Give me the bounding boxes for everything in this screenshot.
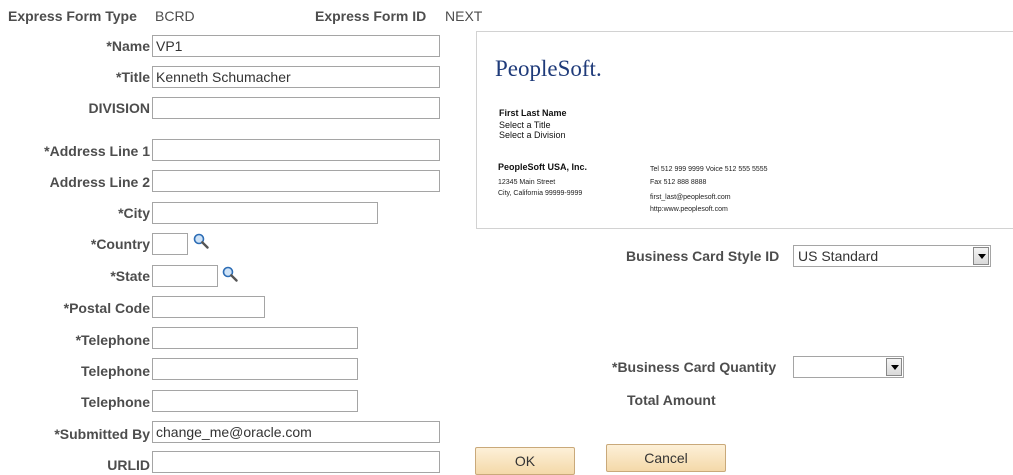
card-quantity-select[interactable] (793, 356, 904, 378)
name-label: *Name (106, 38, 150, 54)
state-lookup-icon[interactable] (222, 266, 238, 282)
title-field[interactable] (152, 66, 440, 88)
card-quantity-label: *Business Card Quantity (612, 359, 777, 375)
submitted-by-field[interactable] (152, 421, 440, 443)
country-label: *Country (90, 236, 150, 252)
telephone-2-label: Telephone (81, 363, 150, 379)
form-type-value: BCRD (155, 8, 195, 24)
country-lookup-icon[interactable] (193, 233, 209, 249)
card-company: PeopleSoft USA, Inc. (498, 162, 588, 172)
ok-button[interactable]: OK (475, 447, 575, 475)
division-label: DIVISION (88, 100, 150, 116)
telephone-3-field[interactable] (152, 390, 358, 412)
card-fax-line: Fax 512 888 8888 (650, 179, 707, 186)
title-label: *Title (116, 69, 150, 85)
form-id-value: NEXT (445, 8, 483, 24)
form-id-label: Express Form ID (315, 8, 427, 24)
total-amount-label: Total Amount (627, 392, 716, 408)
card-division: Select a Division (499, 130, 566, 140)
card-email-line: first_last@peoplesoft.com (650, 194, 731, 201)
form-type-label: Express Form Type (8, 8, 137, 24)
address-line-2-field[interactable] (152, 170, 440, 192)
state-field[interactable] (152, 265, 218, 287)
chevron-down-icon[interactable] (973, 247, 989, 265)
postal-code-label: *Postal Code (63, 300, 150, 316)
card-city-line: City, California 99999-9999 (498, 190, 583, 197)
city-label: *City (118, 205, 150, 221)
country-field[interactable] (152, 233, 188, 255)
chevron-down-icon[interactable] (886, 358, 902, 376)
card-tel-line: Tel 512 999 9999 Voice 512 555 5555 (650, 166, 768, 173)
name-field[interactable] (152, 35, 440, 57)
address-line-2-label: Address Line 2 (49, 174, 150, 190)
telephone-1-label: *Telephone (75, 332, 150, 348)
card-style-value: US Standard (798, 248, 879, 264)
card-street: 12345 Main Street (498, 179, 556, 186)
postal-code-field[interactable] (152, 296, 265, 318)
cancel-button[interactable]: Cancel (606, 444, 726, 472)
city-field[interactable] (152, 202, 378, 224)
card-style-label: Business Card Style ID (626, 248, 780, 264)
telephone-1-field[interactable] (152, 327, 358, 349)
urlid-field[interactable] (152, 451, 440, 473)
card-name: First Last Name (499, 108, 567, 118)
card-style-select[interactable]: US Standard (793, 245, 991, 267)
peoplesoft-logo: PeopleSoft. (495, 56, 602, 81)
card-web-line: http:www.peoplesoft.com (650, 206, 728, 213)
division-field[interactable] (152, 97, 440, 119)
address-line-1-field[interactable] (152, 139, 440, 161)
urlid-label: URLID (107, 457, 150, 473)
submitted-by-label: *Submitted By (54, 426, 150, 442)
business-card-preview: PeopleSoft. First Last Name Select a Tit… (476, 31, 1013, 229)
telephone-2-field[interactable] (152, 358, 358, 380)
card-title: Select a Title (499, 120, 551, 130)
telephone-3-label: Telephone (81, 394, 150, 410)
address-line-1-label: *Address Line 1 (44, 143, 150, 159)
state-label: *State (110, 268, 150, 284)
